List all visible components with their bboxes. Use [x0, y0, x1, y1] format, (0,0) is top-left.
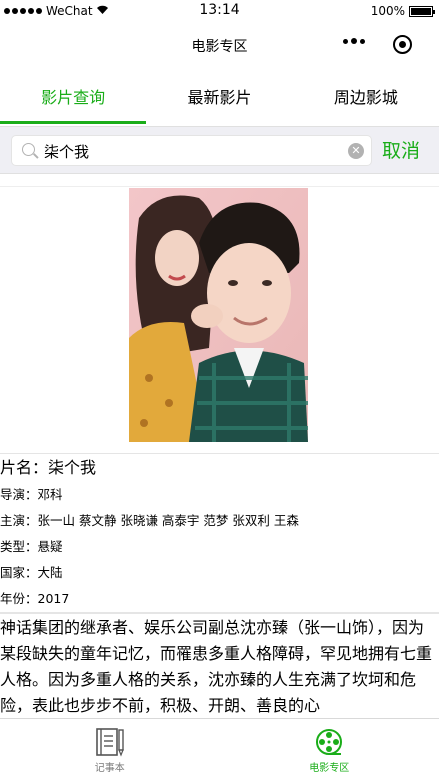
movie-country: 国家：大陆: [0, 565, 63, 580]
top-tabs: 影片查询 最新影片 周边影城: [0, 72, 439, 124]
search-bar: ✕ 取消: [0, 126, 439, 174]
battery-info: 100%: [370, 4, 435, 18]
notebook-icon: [95, 728, 124, 757]
movie-poster[interactable]: [129, 188, 308, 442]
battery-percent: 100%: [370, 4, 405, 18]
movie-year: 年份：2017: [0, 591, 70, 606]
film-reel-icon: [316, 729, 343, 755]
battery-icon: [409, 5, 435, 17]
bottom-tab-bar: 记事本 电影专区: [0, 718, 439, 778]
tab-bar-movies[interactable]: 电影专区: [220, 719, 439, 778]
page-title: 电影专区: [191, 39, 248, 55]
tab-nearby-cinemas[interactable]: 周边影城: [293, 72, 439, 124]
battery-fill: [411, 7, 431, 15]
movie-name: 片名：柒个我: [0, 458, 97, 477]
navigation-bar: 电影专区: [0, 22, 439, 68]
tab-movie-search[interactable]: 影片查询: [0, 72, 147, 124]
movie-genre: 类型：悬疑: [0, 539, 63, 554]
close-miniprogram-icon[interactable]: [393, 35, 412, 54]
movie-cast: 主演：张一山 蔡文静 张晓谦 高泰宇 范梦 张双利 王森: [0, 513, 299, 528]
poster-row: [0, 186, 439, 454]
tab-bar-label: 记事本: [94, 763, 125, 774]
tab-bar-label: 电影专区: [309, 763, 350, 774]
movie-info: 片名：柒个我 导演：邓科 主演：张一山 蔡文静 张晓谦 高泰宇 范梦 张双利 王…: [0, 454, 439, 613]
status-bar: WeChat 13:14 100%: [0, 0, 439, 22]
cancel-button[interactable]: 取消: [382, 136, 420, 163]
search-icon: [22, 143, 35, 156]
movie-director: 导演：邓科: [0, 487, 63, 502]
search-input[interactable]: [44, 140, 344, 162]
clear-icon[interactable]: ✕: [348, 143, 364, 159]
movie-synopsis: 神话集团的继承者、娱乐公司副总沈亦臻（张一山饰），因为某段缺失的童年记忆，而罹患…: [0, 613, 439, 718]
tab-latest-movies[interactable]: 最新影片: [146, 72, 292, 124]
movie-detail: 片名：柒个我 导演：邓科 主演：张一山 蔡文静 张晓谦 高泰宇 范梦 张双利 王…: [0, 174, 439, 718]
search-box: ✕: [11, 135, 372, 166]
tab-bar-notebook[interactable]: 记事本: [0, 719, 220, 778]
more-icon[interactable]: [343, 38, 365, 44]
